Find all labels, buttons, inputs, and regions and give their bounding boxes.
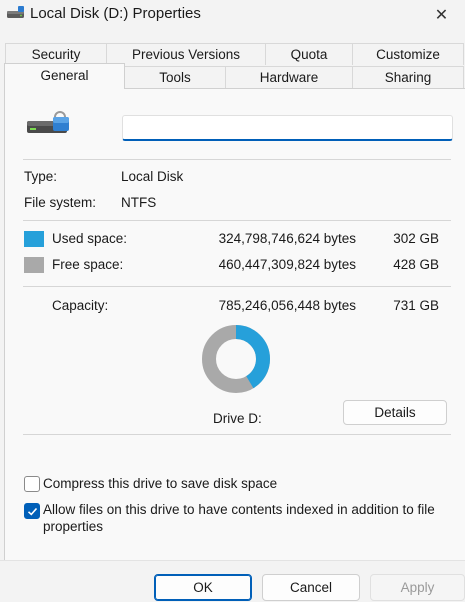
tab-tools[interactable]: Tools	[124, 66, 226, 88]
drive-name-input[interactable]	[122, 115, 453, 141]
separator	[23, 434, 451, 435]
close-icon: ✕	[434, 7, 449, 24]
tab-quota[interactable]: Quota	[265, 43, 353, 65]
window-title: Local Disk (D:) Properties	[30, 5, 201, 22]
dialog-footer: OK Cancel Apply	[0, 560, 465, 602]
used-space-label: Used space:	[52, 231, 128, 246]
used-space-bytes: 324,798,746,624 bytes	[218, 231, 356, 246]
tab-hardware[interactable]: Hardware	[225, 66, 353, 88]
compress-checkbox[interactable]	[24, 476, 40, 492]
apply-button[interactable]: Apply	[370, 574, 465, 601]
checkmark-icon	[27, 507, 38, 516]
separator	[23, 220, 451, 221]
capacity-size: 731 GB	[393, 298, 439, 313]
close-button[interactable]: ✕	[418, 0, 465, 30]
separator	[23, 286, 451, 287]
free-space-bytes: 460,447,309,824 bytes	[218, 257, 356, 272]
used-space-swatch	[24, 231, 44, 247]
tab-previous-versions[interactable]: Previous Versions	[106, 43, 266, 65]
details-button[interactable]: Details	[343, 400, 447, 425]
index-checkbox[interactable]	[24, 503, 40, 519]
drive-icon	[7, 6, 24, 18]
general-panel: Type: Local Disk File system: NTFS Used …	[4, 88, 465, 560]
capacity-bytes: 785,246,056,448 bytes	[218, 298, 356, 313]
index-label-line2: properties	[43, 519, 104, 534]
used-space-size: 302 GB	[393, 231, 439, 246]
drive-lock-icon	[27, 111, 69, 133]
free-space-swatch	[24, 257, 44, 273]
tab-customize[interactable]: Customize	[352, 43, 464, 65]
tab-security[interactable]: Security	[5, 43, 107, 65]
index-label-line1: Allow files on this drive to have conten…	[43, 502, 435, 517]
cancel-button[interactable]: Cancel	[262, 574, 360, 601]
type-value: Local Disk	[121, 169, 184, 184]
separator	[23, 159, 451, 160]
drive-letter-label: Drive D:	[213, 411, 262, 426]
ok-button[interactable]: OK	[154, 574, 252, 601]
tab-general[interactable]: General	[4, 63, 125, 89]
free-space-size: 428 GB	[393, 257, 439, 272]
capacity-label: Capacity:	[52, 298, 109, 313]
file-system-value: NTFS	[121, 195, 157, 210]
tab-sharing[interactable]: Sharing	[352, 66, 464, 88]
type-label: Type:	[24, 169, 58, 184]
free-space-label: Free space:	[52, 257, 124, 272]
file-system-label: File system:	[24, 195, 97, 210]
compress-label: Compress this drive to save disk space	[43, 476, 278, 491]
title-bar: Local Disk (D:) Properties ✕	[0, 0, 465, 30]
usage-donut-chart	[202, 325, 270, 393]
